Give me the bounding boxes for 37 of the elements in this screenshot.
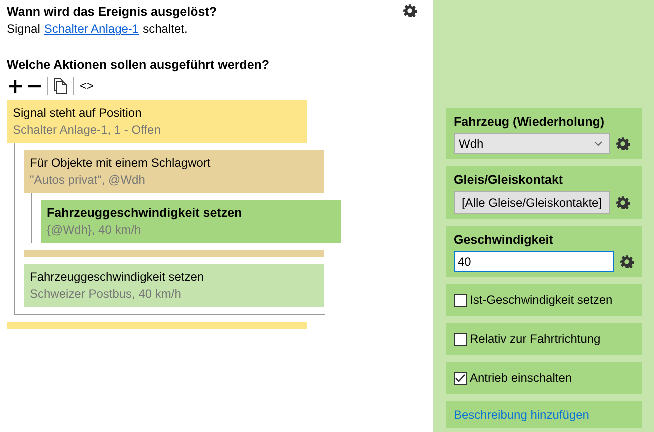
section-title: Welche Aktionen sollen ausgeführt werden? <box>7 57 270 74</box>
copy-icon[interactable] <box>54 78 67 94</box>
property-label: Fahrzeug (Wiederholung) <box>454 114 606 131</box>
loop-block[interactable]: Für Objekte mit einem Schlagwort "Autos privat", @Wdh <box>24 150 324 193</box>
vehicle-dropdown[interactable]: Wdh <box>454 133 610 154</box>
settings-icon[interactable] <box>616 196 630 210</box>
chevron-icon <box>594 140 603 146</box>
checkbox[interactable] <box>454 332 467 346</box>
add-icon[interactable] <box>9 80 22 92</box>
checkbox-label: Ist-Geschwindigkeit setzen <box>470 293 613 307</box>
block-detail: Schalter Anlage-1, 1 - Offen <box>13 122 162 139</box>
condition-block[interactable]: Signal steht auf Position Schalter Anlage-1, 1 - Offen <box>7 100 307 143</box>
checkbox-label: Relativ zur Fahrtrichtung <box>470 332 601 346</box>
action-block[interactable]: Fahrzeuggeschwindigkeit setzen Schweizer Postbus, 40 km/h <box>24 264 324 307</box>
settings-icon[interactable] <box>620 254 634 268</box>
block-title: Fahrzeuggeschwindigkeit setzen <box>47 205 244 222</box>
block-title: Fahrzeuggeschwindigkeit setzen <box>30 269 206 286</box>
property-label: Gleis/Gleiskontakt <box>454 172 564 189</box>
checkbox[interactable] <box>454 294 467 306</box>
settings-icon[interactable] <box>403 4 417 18</box>
trigger-text: schaltet. <box>143 21 188 37</box>
block-detail: Schweizer Postbus, 40 km/h <box>30 286 182 303</box>
block-detail: {@Wdh}, 40 km/h <box>47 222 142 239</box>
action-block[interactable]: Fahrzeuggeschwindigkeit setzen {@Wdh}, 40 km/h <box>41 200 341 243</box>
signal-link[interactable]: Schalter Anlage-1 <box>44 21 140 37</box>
block-title: Für Objekte mit einem Schlagwort <box>30 155 212 172</box>
checkbox[interactable] <box>454 372 467 384</box>
trigger-text: Signal <box>7 21 40 37</box>
property-label: Geschwindigkeit <box>454 232 554 249</box>
settings-icon[interactable] <box>616 136 630 150</box>
checkbox-label: Antrieb einschalten <box>470 371 572 385</box>
track-button[interactable]: [Alle Gleise/Gleiskontakte] <box>454 191 610 214</box>
block-title: Signal steht auf Position <box>13 105 143 122</box>
section-title: Wann wird das Ereignis ausgelöst? <box>7 4 217 21</box>
block-detail: "Autos privat", @Wdh <box>30 172 146 189</box>
speed-input[interactable]: 40 <box>454 251 614 272</box>
code-button[interactable]: <> <box>80 79 94 93</box>
